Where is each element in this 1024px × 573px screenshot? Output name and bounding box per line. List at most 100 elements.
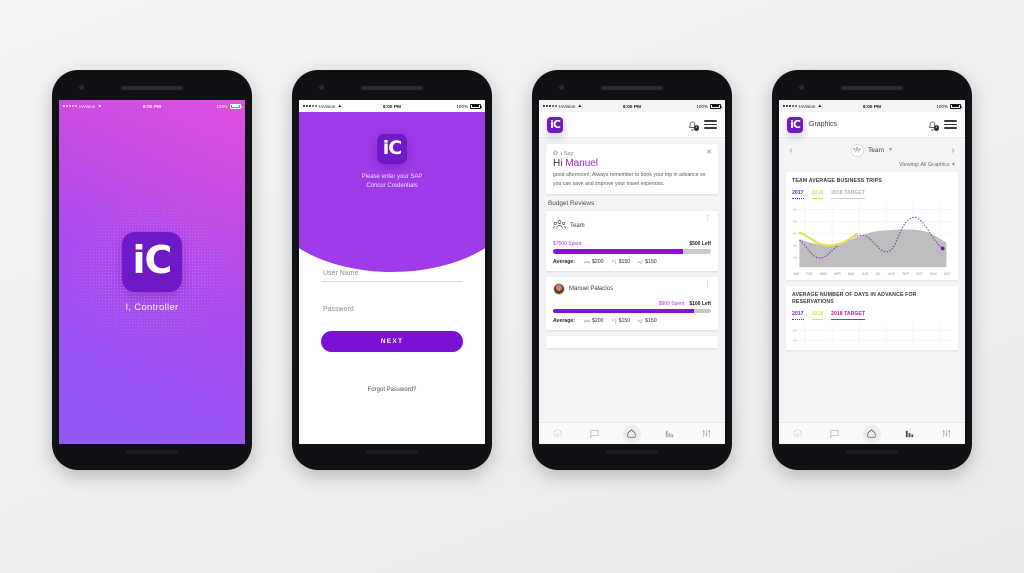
x-tick: OCT xyxy=(916,271,923,276)
svg-text:100: 100 xyxy=(793,257,798,260)
svg-text:500: 500 xyxy=(793,330,798,333)
phone-2-login: InVision ▲ 8:00 PM 100% iC Please enter … xyxy=(292,70,492,470)
phone-2-screen: InVision ▲ 8:00 PM 100% iC Please enter … xyxy=(299,100,485,444)
team-selector[interactable]: Team ▼ xyxy=(797,143,947,157)
login-screen: InVision ▲ 8:00 PM 100% iC Please enter … xyxy=(299,100,485,444)
earpiece-speaker xyxy=(841,86,903,90)
tab-chat[interactable] xyxy=(826,425,844,443)
legend-2017[interactable]: 2017 xyxy=(792,190,804,199)
close-icon[interactable]: ✕ xyxy=(706,149,712,156)
series-2017-endpoint xyxy=(940,246,945,251)
menu-icon[interactable] xyxy=(944,120,957,129)
wifi-icon: ▲ xyxy=(817,102,823,108)
group-icon xyxy=(850,143,864,157)
notification-bell-icon[interactable]: 1 xyxy=(927,119,939,131)
avg-meals-value: $150 xyxy=(618,258,631,265)
signal-dots-icon xyxy=(783,104,797,108)
budget-card-next[interactable] xyxy=(546,335,718,348)
chart-plot-area: 500 400 300 200 100 xyxy=(792,201,952,271)
avg-meals: $150 xyxy=(611,258,631,265)
status-bar: InVision ▲ 8:00 PM 100% xyxy=(59,100,245,112)
battery-percent: 100% xyxy=(216,103,228,109)
status-bar-right: 100% xyxy=(641,103,722,109)
avg-hotel-value: $200 xyxy=(592,258,604,265)
budget-progress-bar xyxy=(553,308,711,313)
tab-charts[interactable] xyxy=(900,425,918,443)
utensils-icon xyxy=(611,258,616,265)
x-tick: APR xyxy=(834,271,841,276)
chat-icon xyxy=(830,429,839,438)
app-logo-tile[interactable]: iC xyxy=(547,116,563,133)
chart-x-axis: JAN FEB MAR APR MAY JUN JUL AUG SEP OCT … xyxy=(792,271,952,276)
utensils-icon xyxy=(611,318,616,324)
chart-title: TEAM AVERAGE BUSINESS TRIPS xyxy=(792,178,882,184)
tab-mood[interactable] xyxy=(549,425,567,443)
budget-averages-row: Average: $200 $150 $150 xyxy=(553,259,711,265)
username-input[interactable]: User Name xyxy=(321,268,463,282)
chart-card-days-in-advance: AVERAGE NUMBER OF DAYS IN ADVANCE FOR RE… xyxy=(786,285,958,350)
average-label: Average: xyxy=(553,317,576,324)
mood-icon xyxy=(793,429,802,438)
next-button[interactable]: NEXT xyxy=(321,331,463,352)
more-options-icon[interactable]: ⋮ xyxy=(704,215,711,222)
tab-charts[interactable] xyxy=(660,425,678,443)
home-indicator xyxy=(366,450,418,454)
legend-2017[interactable]: 2017 xyxy=(792,311,804,321)
tab-chat[interactable] xyxy=(586,425,604,443)
budget-card-header: Team xyxy=(553,217,711,235)
prev-team-button[interactable]: ‹ xyxy=(785,145,797,156)
tab-settings[interactable] xyxy=(697,425,715,443)
legend-2018[interactable]: 2018 xyxy=(811,190,824,199)
menu-icon[interactable] xyxy=(704,120,717,129)
status-bar: InVision ▲ 8:00 PM 100% xyxy=(779,100,965,112)
viewing-filter-label: Viewing: All Graphics xyxy=(899,162,950,168)
front-camera-icon xyxy=(79,85,84,90)
x-tick: JUN xyxy=(861,271,869,276)
tab-home[interactable] xyxy=(862,424,881,443)
home-scroll-area[interactable]: ✕ ❂ i.Say: Hi Manuel good afternoon!, Al… xyxy=(539,138,725,422)
tab-mood[interactable] xyxy=(789,425,807,443)
app-logo-tile[interactable]: iC xyxy=(787,116,803,133)
budget-card-user[interactable]: ⋮ Manuel Palacios $900 Spent $100 Left A… xyxy=(546,276,718,330)
legend-2018[interactable]: 2018 xyxy=(811,311,824,321)
hotel-icon xyxy=(584,319,590,323)
budget-card-team[interactable]: ⋮ Team $7500 Spent $500 Left Average: $2… xyxy=(546,211,718,271)
legend-2018-target[interactable]: 2018 TARGET xyxy=(831,190,866,199)
x-tick: JAN xyxy=(793,271,800,276)
notification-badge: 1 xyxy=(693,125,699,131)
screenshot-stage: InVision ▲ 8:00 PM 100% iC I, Controller xyxy=(0,0,1024,573)
tab-home[interactable] xyxy=(622,424,641,443)
forgot-password-link[interactable]: Forgot Password? xyxy=(299,387,485,393)
status-bar-right: 100% xyxy=(161,103,242,109)
viewing-filter[interactable]: Viewing: All Graphics ▼ xyxy=(779,162,965,172)
chart-gridlines xyxy=(792,323,952,346)
page-title: Graphics xyxy=(809,121,838,128)
avg-hotel-value: $200 xyxy=(592,317,604,324)
tab-settings[interactable] xyxy=(937,425,955,443)
x-tick: MAR xyxy=(819,271,827,276)
isay-label: i.Say: xyxy=(561,150,575,157)
earpiece-speaker xyxy=(121,86,183,90)
next-team-button[interactable]: › xyxy=(947,145,959,156)
notification-bell-icon[interactable]: 1 xyxy=(687,119,699,131)
isay-card: ✕ ❂ i.Say: Hi Manuel good afternoon!, Al… xyxy=(546,144,718,195)
battery-percent: 100% xyxy=(456,103,468,109)
avg-flight-value: $150 xyxy=(645,317,657,324)
chat-icon xyxy=(590,429,599,438)
graphics-scroll-area[interactable]: TEAM AVERAGE BUSINESS TRIPS 2017 2018 20… xyxy=(779,172,965,422)
earpiece-speaker xyxy=(601,86,663,90)
chart-svg: 500 400 xyxy=(792,323,952,346)
greeting-name: Manuel xyxy=(565,158,599,169)
battery-percent: 100% xyxy=(696,103,708,109)
team-label: Team xyxy=(867,146,885,154)
legend-2018-target[interactable]: 2018 TARGET xyxy=(831,311,866,321)
more-options-icon[interactable]: ⋮ xyxy=(704,281,711,288)
budget-name: Manuel Palacios xyxy=(569,285,614,292)
x-tick: MAY xyxy=(847,271,855,276)
bar-chart-icon xyxy=(665,430,673,438)
bar-chart-icon xyxy=(905,430,913,438)
x-tick: SEP xyxy=(902,271,909,276)
password-input[interactable]: Password xyxy=(321,304,463,317)
svg-text:400: 400 xyxy=(793,340,798,343)
plane-icon xyxy=(637,319,644,324)
